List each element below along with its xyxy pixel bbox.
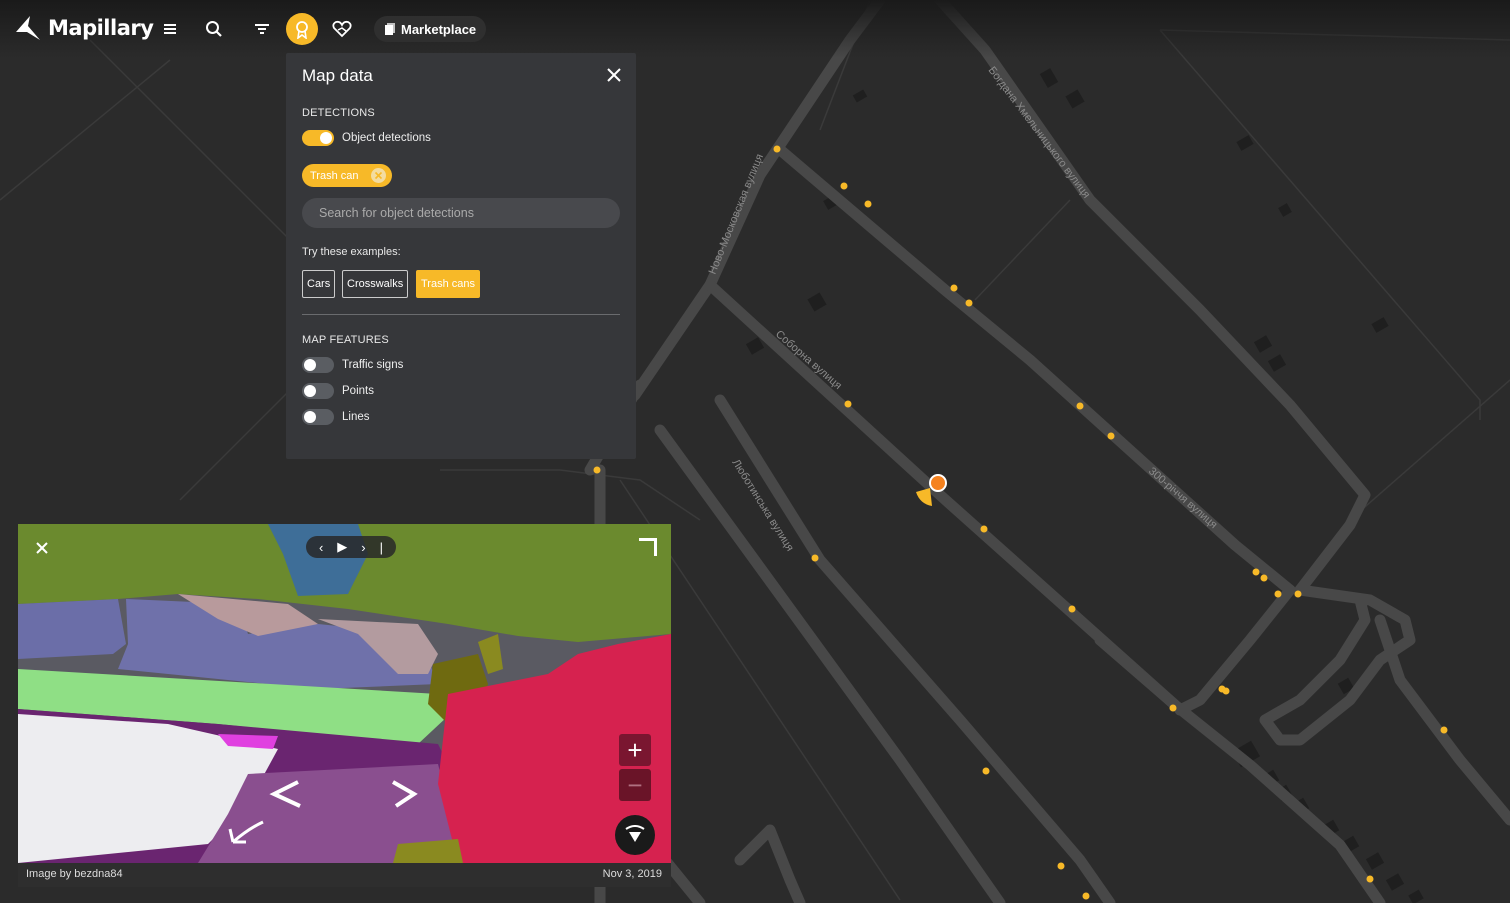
speed-slider[interactable]: |: [380, 540, 383, 555]
map-data-panel: Map data DETECTIONS Object detections Tr…: [286, 53, 636, 459]
object-detections-label: Object detections: [342, 132, 431, 144]
street-image[interactable]: [18, 524, 671, 863]
remove-chip-button[interactable]: [370, 168, 386, 183]
panel-title: Map data: [302, 66, 373, 85]
image-date: Nov 3, 2019: [602, 868, 662, 880]
search-placeholder: Search for object detections: [319, 206, 474, 220]
example-cars-button[interactable]: Cars: [302, 270, 336, 298]
menu-button[interactable]: [154, 13, 186, 45]
app-root: Ново-Московская вулиця Богдана Хмельниць…: [0, 0, 1510, 903]
points-toggle[interactable]: [302, 383, 334, 399]
traffic-signs-label: Traffic signs: [342, 359, 404, 371]
heart-hand-icon: [332, 20, 352, 38]
zoom-in-button[interactable]: +: [619, 734, 651, 766]
image-credit[interactable]: Image by bezdna84: [26, 868, 123, 880]
play-icon[interactable]: ▶: [337, 539, 347, 555]
filter-icon: [255, 24, 269, 34]
marketplace-button[interactable]: Marketplace: [374, 16, 487, 42]
detection-search-input[interactable]: Search for object detections: [302, 198, 620, 228]
points-label: Points: [342, 385, 374, 397]
traffic-signs-toggle[interactable]: [302, 357, 334, 373]
filter-chip-label: Trash can: [310, 169, 359, 182]
lines-label: Lines: [342, 411, 370, 423]
close-viewer-icon[interactable]: [35, 541, 49, 555]
map-data-button[interactable]: [286, 13, 318, 45]
filter-button[interactable]: [246, 13, 278, 45]
traffic-signs-row: Traffic signs: [302, 357, 403, 373]
example-crosswalks-button[interactable]: Crosswalks: [342, 270, 409, 298]
image-viewer: ‹ ▶ › | + − Image by bezdna84 Nov 3, 201…: [18, 524, 671, 887]
mapillary-logo[interactable]: Mapillary: [14, 14, 154, 42]
lines-toggle[interactable]: [302, 409, 334, 425]
playback-controls: ‹ ▶ › |: [306, 536, 396, 558]
map-features-section-label: MAP FEATURES: [302, 334, 389, 346]
close-icon[interactable]: [605, 66, 623, 84]
example-trash-cans-button[interactable]: Trash cans: [416, 270, 481, 298]
points-row: Points: [302, 383, 374, 399]
lines-row: Lines: [302, 409, 370, 425]
search-icon: [206, 21, 222, 37]
next-icon[interactable]: ›: [361, 540, 365, 555]
object-detections-toggle[interactable]: [302, 130, 334, 146]
compass-icon: [625, 825, 645, 842]
marketplace-label: Marketplace: [401, 21, 477, 37]
filter-chip-trash-can: Trash can: [302, 164, 392, 187]
compass-button[interactable]: [615, 815, 655, 855]
search-button[interactable]: [198, 13, 230, 45]
document-icon: [385, 23, 395, 35]
zoom-out-button[interactable]: −: [619, 769, 651, 801]
top-bar: Mapillary Marketplace: [0, 0, 1510, 58]
expand-viewer-icon[interactable]: [639, 538, 657, 556]
app-name: Mapillary: [48, 16, 154, 40]
mapillary-logo-icon: [16, 16, 40, 40]
previous-icon[interactable]: ‹: [319, 540, 323, 555]
try-examples-label: Try these examples:: [302, 246, 401, 258]
map-data-icon: [296, 21, 308, 39]
object-detections-row: Object detections: [302, 130, 431, 146]
hamburger-icon: [164, 24, 176, 34]
detections-section-label: DETECTIONS: [302, 107, 375, 119]
community-button[interactable]: [326, 13, 358, 45]
divider: [302, 314, 620, 315]
close-icon: [374, 171, 382, 180]
